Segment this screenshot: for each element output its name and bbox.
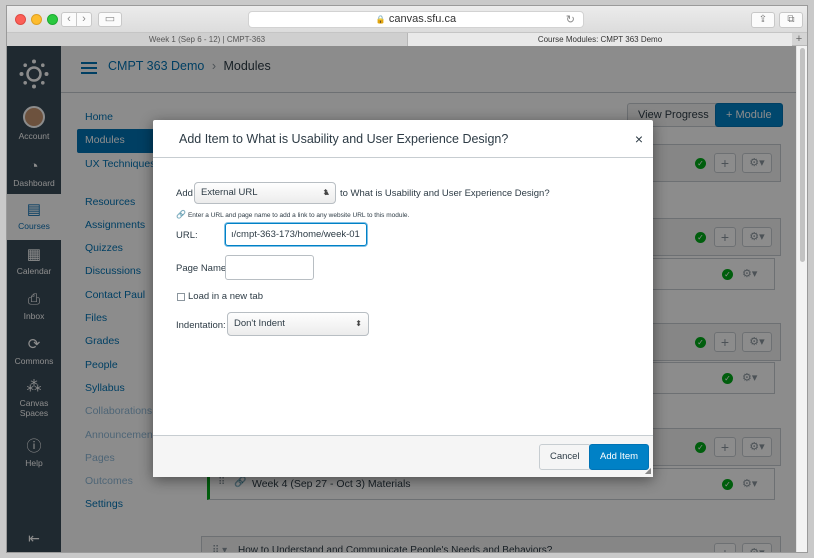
indentation-select[interactable]: Don't Indent ⬍: [227, 312, 369, 336]
page-name-label: Page Name:: [176, 263, 229, 274]
indentation-label: Indentation:: [176, 320, 226, 331]
forward-button[interactable]: ›: [76, 12, 92, 27]
link-icon: 🔗: [176, 210, 186, 219]
window-close-button[interactable]: [15, 14, 26, 25]
item-type-select[interactable]: External URL ▴ ⬍: [194, 182, 336, 204]
browser-tab-week1[interactable]: Week 1 (Sep 6 - 12) | CMPT-363: [7, 33, 408, 46]
page-name-input[interactable]: [225, 255, 314, 280]
add-item-button[interactable]: Add Item: [589, 444, 650, 470]
window-minimize-button[interactable]: [31, 14, 42, 25]
url-hint: 🔗 Enter a URL and page name to add a link…: [176, 210, 409, 219]
select-arrows-icon: ⬍: [322, 188, 329, 197]
sidebar-toggle-icon[interactable]: ▭: [98, 12, 122, 27]
dialog-header: Add Item to What is Usability and User E…: [153, 120, 653, 158]
item-type-value: External URL: [201, 187, 258, 198]
dialog-title: Add Item to What is Usability and User E…: [179, 132, 509, 146]
tab-bar: Week 1 (Sep 6 - 12) | CMPT-363 Course Mo…: [7, 33, 807, 46]
browser-window: ‹ › ▭ 🔒 canvas.sfu.ca ↻ ⇪ ⧉ Week 1 (Sep 6…: [6, 5, 808, 553]
select-arrows-icon: ⬍: [355, 319, 362, 328]
new-tab-label[interactable]: Load in a new tab: [188, 291, 263, 302]
cancel-button[interactable]: Cancel: [539, 444, 591, 470]
back-button[interactable]: ‹: [61, 12, 77, 27]
browser-toolbar: ‹ › ▭ 🔒 canvas.sfu.ca ↻ ⇪ ⧉: [7, 6, 807, 33]
dialog-footer: Cancel Add Item ◢: [153, 435, 653, 477]
new-tab-icon[interactable]: +: [791, 33, 807, 46]
url-input[interactable]: ı/cmpt-363-173/home/week-01: [225, 223, 367, 246]
browser-tab-modules[interactable]: Course Modules: CMPT 363 Demo: [408, 33, 792, 46]
indentation-value: Don't Indent: [234, 318, 285, 329]
scrollbar[interactable]: [796, 46, 807, 552]
share-icon[interactable]: ⇪: [751, 12, 775, 28]
close-icon[interactable]: ×: [635, 131, 643, 147]
add-label: Add: [176, 188, 193, 199]
url-label: URL:: [176, 230, 198, 241]
add-item-dialog: Add Item to What is Usability and User E…: [153, 120, 653, 477]
window-maximize-button[interactable]: [47, 14, 58, 25]
scrollbar-thumb[interactable]: [800, 48, 805, 262]
url-hint-text: Enter a URL and page name to add a link …: [187, 212, 410, 219]
lock-icon: 🔒: [375, 15, 386, 24]
resize-handle-icon[interactable]: ◢: [645, 466, 651, 475]
address-bar[interactable]: 🔒 canvas.sfu.ca ↻: [248, 11, 584, 28]
reload-icon[interactable]: ↻: [566, 13, 575, 28]
new-tab-checkbox[interactable]: [177, 293, 185, 301]
address-url: canvas.sfu.ca: [388, 13, 457, 25]
tab-overview-icon[interactable]: ⧉: [779, 12, 803, 28]
to-module-label: to What is Usability and User Experience…: [340, 188, 550, 199]
